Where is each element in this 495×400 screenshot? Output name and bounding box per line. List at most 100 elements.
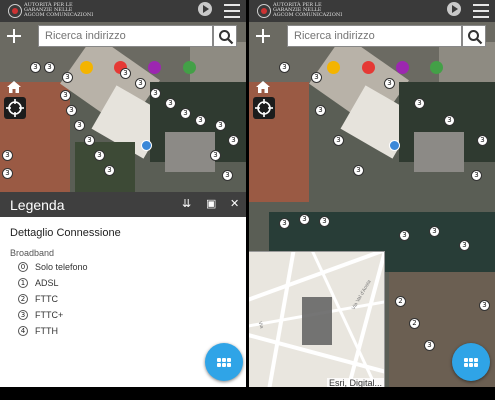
map-marker[interactable]: 3 (429, 226, 440, 237)
legend-symbol: 3 (18, 310, 28, 320)
map-marker[interactable]: 3 (319, 216, 330, 227)
map-marker[interactable]: 3 (215, 120, 226, 131)
map-marker[interactable]: 3 (444, 115, 455, 126)
home-icon[interactable] (6, 79, 22, 95)
crosshair-icon (6, 99, 24, 117)
map-marker[interactable]: 3 (2, 150, 13, 161)
play-button[interactable] (447, 2, 461, 16)
smiley-tool-icon[interactable] (80, 61, 93, 74)
map-marker[interactable]: 3 (299, 214, 310, 225)
search-box[interactable] (287, 25, 462, 47)
search-icon (468, 30, 483, 45)
legend-label: FTTC (35, 294, 58, 304)
map-marker[interactable]: 3 (471, 170, 482, 181)
map-marker[interactable]: 3 (333, 135, 344, 146)
search-box[interactable] (38, 25, 213, 47)
section-title: Dettaglio Connessione (10, 227, 121, 239)
agcom-emblem-icon (8, 4, 22, 18)
search-input[interactable] (294, 27, 454, 45)
legend-symbol: 2 (18, 294, 28, 304)
map-marker[interactable]: 3 (195, 115, 206, 126)
map-marker[interactable]: 3 (479, 300, 490, 311)
map-marker[interactable]: 3 (60, 90, 71, 101)
map-marker[interactable]: 2 (409, 318, 420, 329)
map-marker[interactable]: 3 (459, 240, 470, 251)
map-marker[interactable]: 3 (62, 72, 73, 83)
map-marker[interactable]: 3 (222, 170, 233, 181)
map-marker[interactable]: 3 (279, 218, 290, 229)
search-input[interactable] (45, 27, 205, 45)
app-bar: AUTORITÀ PER LE GARANZIE NELLE AGCOM COM… (0, 0, 246, 22)
power-green-icon[interactable] (183, 61, 196, 74)
map-marker[interactable]: 3 (66, 105, 77, 116)
power-red-icon[interactable] (362, 61, 375, 74)
legend-label: FTTH (35, 326, 58, 336)
menu-icon[interactable] (473, 3, 489, 19)
overview-extent[interactable] (302, 297, 332, 345)
legend-title: Legenda (10, 197, 65, 213)
map-marker[interactable]: 3 (74, 120, 85, 131)
map-marker[interactable]: 3 (315, 105, 326, 116)
map-marker[interactable]: 3 (180, 108, 191, 119)
map-marker[interactable]: 3 (279, 62, 290, 73)
map-marker[interactable]: 3 (414, 98, 425, 109)
agcom-logo: AUTORITÀ PER LE GARANZIE NELLE AGCOM COM… (257, 3, 377, 19)
current-location-dot (389, 140, 400, 151)
map-marker[interactable]: 3 (150, 88, 161, 99)
legend-symbol: 0 (18, 262, 28, 272)
map-marker[interactable]: 3 (94, 150, 105, 161)
map-marker[interactable]: 3 (477, 135, 488, 146)
close-icon[interactable]: ✕ (230, 198, 239, 210)
home-icon[interactable] (255, 79, 271, 95)
legend-header: Legenda ⇊ ▣ ✕ (0, 192, 246, 217)
map-marker[interactable]: 3 (44, 62, 55, 73)
search-button[interactable] (462, 25, 486, 47)
search-button[interactable] (213, 25, 237, 47)
menu-icon[interactable] (224, 3, 240, 19)
agcom-emblem-icon (257, 4, 271, 18)
map-marker[interactable]: 3 (2, 168, 13, 179)
map-marker[interactable]: 3 (135, 78, 146, 89)
zoom-in-button[interactable] (256, 29, 270, 43)
map-marker[interactable]: 3 (165, 98, 176, 109)
search-icon (219, 30, 234, 45)
collapse-icon[interactable]: ⇊ (182, 198, 191, 210)
overview-map[interactable]: Via Val d'Aosta Via Esri, Digital... (249, 251, 385, 387)
smiley-tool-icon[interactable] (327, 61, 340, 74)
map-marker[interactable]: 2 (395, 296, 406, 307)
bottom-bar (0, 387, 495, 400)
power-purple-icon[interactable] (396, 61, 409, 74)
play-button[interactable] (198, 2, 212, 16)
map-marker[interactable]: 3 (353, 165, 364, 176)
legend-label: Solo telefono (35, 262, 88, 272)
app-bar: AUTORITÀ PER LE GARANZIE NELLE AGCOM COM… (249, 0, 495, 22)
apps-fab-button[interactable] (452, 343, 490, 381)
map-marker[interactable]: 3 (104, 165, 115, 176)
map-marker[interactable]: 3 (384, 78, 395, 89)
map-marker[interactable]: 3 (210, 150, 221, 161)
map-marker[interactable]: 3 (120, 68, 131, 79)
maximize-icon[interactable]: ▣ (206, 198, 216, 210)
map-marker[interactable]: 3 (228, 135, 239, 146)
zoom-in-button[interactable] (7, 29, 21, 43)
map-marker[interactable]: 3 (84, 135, 95, 146)
power-purple-icon[interactable] (148, 61, 161, 74)
power-green-icon[interactable] (430, 61, 443, 74)
locate-button[interactable] (253, 97, 275, 119)
current-location-dot (141, 140, 152, 151)
left-screen: AUTORITÀ PER LE GARANZIE NELLE AGCOM COM… (0, 0, 246, 387)
agcom-logo: AUTORITÀ PER LE GARANZIE NELLE AGCOM COM… (8, 3, 128, 19)
apps-fab-button[interactable] (205, 343, 243, 381)
map-marker[interactable]: 3 (424, 340, 435, 351)
legend-symbol: 1 (18, 278, 28, 288)
locate-button[interactable] (4, 97, 26, 119)
map-attribution: Esri, Digital... (326, 378, 384, 387)
map-marker[interactable]: 3 (399, 230, 410, 241)
legend-symbol: 4 (18, 326, 28, 336)
subsection-title: Broadband (10, 248, 55, 258)
legend-label: FTTC+ (35, 310, 64, 320)
legend-label: ADSL (35, 278, 59, 288)
map-marker[interactable]: 3 (311, 72, 322, 83)
map-marker[interactable]: 3 (30, 62, 41, 73)
right-screen: AUTORITÀ PER LE GARANZIE NELLE AGCOM COM… (249, 0, 495, 387)
